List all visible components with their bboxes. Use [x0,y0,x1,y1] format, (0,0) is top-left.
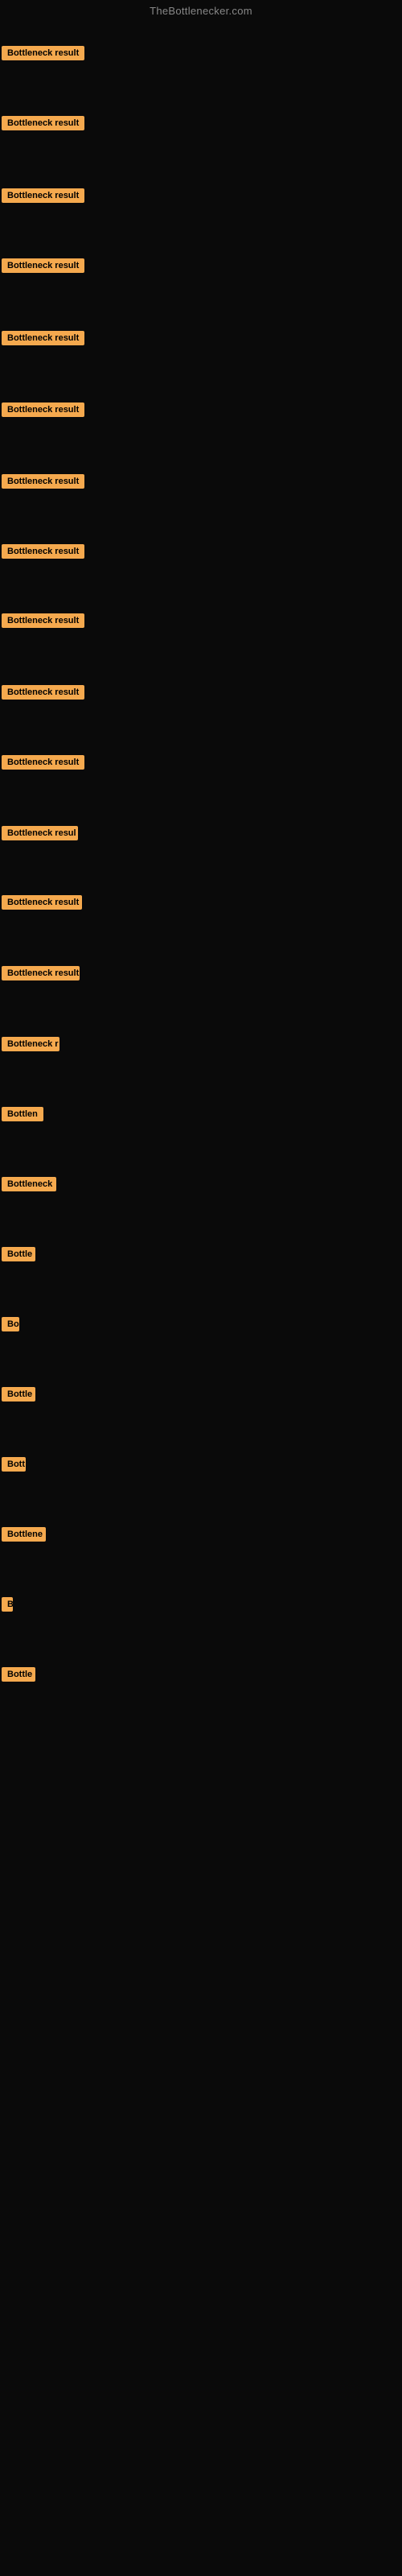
bottleneck-badge[interactable]: Bottleneck result [2,966,80,980]
bottleneck-badge[interactable]: Bottleneck r [2,1037,59,1051]
result-row: Bo [2,1317,19,1335]
result-row: Bottle [2,1667,35,1686]
result-row: Bottlene [2,1527,46,1546]
bottleneck-badge[interactable]: Bottle [2,1387,35,1402]
bottleneck-badge[interactable]: Bottleneck result [2,544,84,559]
result-row: Bott [2,1457,26,1476]
result-row: Bottle [2,1247,35,1265]
result-row: Bottleneck result [2,895,82,914]
result-row: Bottleneck result [2,613,84,632]
result-row: Bottleneck result [2,116,84,134]
result-row: Bottleneck result [2,685,84,704]
result-row: Bottleneck result [2,755,84,774]
bottleneck-badge[interactable]: Bottleneck result [2,46,84,60]
bottleneck-badge[interactable]: Bottleneck [2,1177,56,1191]
result-row: Bottleneck result [2,474,84,493]
result-row: Bottlen [2,1107,43,1125]
bottleneck-badge[interactable]: B [2,1597,13,1612]
bottleneck-badge[interactable]: Bottleneck result [2,402,84,417]
result-row: Bottleneck resul [2,826,78,844]
result-row: Bottleneck result [2,258,84,277]
bottleneck-badge[interactable]: Bottleneck result [2,258,84,273]
bottleneck-badge[interactable]: Bottlene [2,1527,46,1542]
bottleneck-badge[interactable]: Bottleneck result [2,188,84,203]
bottleneck-badge[interactable]: Bottleneck result [2,116,84,130]
bottleneck-badge[interactable]: Bottleneck result [2,895,82,910]
bottleneck-badge[interactable]: Bottleneck result [2,613,84,628]
result-row: Bottleneck result [2,331,84,349]
result-row: Bottleneck result [2,966,80,985]
result-row: Bottleneck result [2,402,84,421]
result-row: Bottle [2,1387,35,1406]
result-row: Bottleneck result [2,188,84,207]
result-row: Bottleneck result [2,544,84,563]
result-row: Bottleneck r [2,1037,59,1055]
bottleneck-badge[interactable]: Bottle [2,1667,35,1682]
bottleneck-badge[interactable]: Bottlen [2,1107,43,1121]
bottleneck-badge[interactable]: Bo [2,1317,19,1331]
result-row: Bottleneck [2,1177,56,1195]
result-row: Bottleneck result [2,46,84,64]
bottleneck-badge[interactable]: Bottle [2,1247,35,1261]
bottleneck-badge[interactable]: Bott [2,1457,26,1472]
bottleneck-badge[interactable]: Bottleneck resul [2,826,78,840]
bottleneck-badge[interactable]: Bottleneck result [2,474,84,489]
site-title: TheBottlenecker.com [0,0,402,20]
bottleneck-badge[interactable]: Bottleneck result [2,331,84,345]
bottleneck-badge[interactable]: Bottleneck result [2,755,84,770]
result-row: B [2,1597,13,1616]
bottleneck-badge[interactable]: Bottleneck result [2,685,84,700]
